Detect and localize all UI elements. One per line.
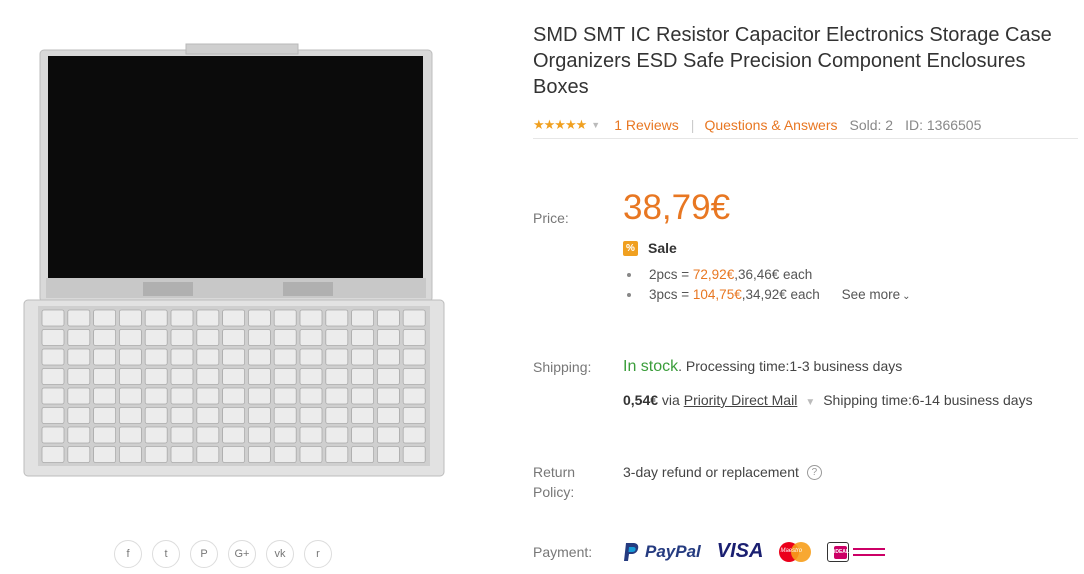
ideal-logo: iDEAL [827,541,886,562]
shipping-method: 0,54€ via Priority Direct Mail ▼ Shipping … [623,392,1033,408]
star-rating[interactable]: ★★★★★ [533,117,587,133]
price-tier: 3pcs = 104,75€,34,92€ each See more ⌄ [627,287,910,302]
return-policy-label: Return Policy: [533,464,576,500]
help-icon[interactable]: ? [806,464,822,480]
sale-badge: % Sale [623,240,677,256]
chevron-down-icon: ⌄ [902,291,911,302]
shipping-label: Shipping: [533,359,592,375]
shipping-cost: 0,54€ [623,392,659,408]
google-plus-icon[interactable]: G+ [228,540,256,568]
percent-icon: % [623,240,638,256]
sale-label: Sale [648,240,677,256]
visa-logo: VISA [716,540,764,562]
bullet-icon [627,293,631,298]
price-value: 38,79€ [623,188,731,227]
product-meta-bar: ★★★★★ ▼ 1 Reviews | Questions & Answers … [533,112,1078,139]
processing-time: Processing time:1-3 business days [682,358,903,374]
divider: | [690,117,695,133]
twitter-icon[interactable]: t [152,540,180,568]
rating-dropdown-icon[interactable]: ▼ [591,120,600,130]
facebook-icon[interactable]: f [114,540,142,568]
price-tier: 2pcs = 72,92€,36,46€ each [627,267,812,282]
vk-icon[interactable]: vk [266,540,294,568]
payment-methods: PayPal VISA Maestro iDEAL [623,540,886,563]
bullet-icon [627,273,631,278]
product-id: ID: 1366505 [905,117,982,133]
price-label: Price: [533,210,569,226]
shipping-time: Shipping time:6-14 business days [823,392,1033,408]
product-gallery: f t P G+ vk r [0,0,470,574]
product-image[interactable] [18,42,448,480]
maestro-logo: Maestro [779,541,812,562]
paypal-logo: PayPal [623,542,701,562]
reviews-link[interactable]: 1 Reviews [614,117,679,133]
see-more-link[interactable]: See more ⌄ [842,287,911,302]
pinterest-icon[interactable]: P [190,540,218,568]
dropdown-triangle-icon[interactable]: ▼ [805,397,815,408]
stock-status: In stock. Processing time:1-3 business d… [623,358,903,375]
reddit-icon[interactable]: r [304,540,332,568]
product-title: SMD SMT IC Resistor Capacitor Electronic… [533,24,1052,98]
return-policy-text: 3-day refund or replacement [623,464,799,480]
shipping-method-select[interactable]: Priority Direct Mail [684,392,798,408]
in-stock-text: In stock [623,358,679,375]
payment-label: Payment: [533,544,593,560]
return-policy: 3-day refund or replacement ? [623,464,822,480]
sold-count: Sold: 2 [849,117,894,133]
social-share-bar: f t P G+ vk r [114,540,332,568]
qa-link[interactable]: Questions & Answers [704,117,837,133]
